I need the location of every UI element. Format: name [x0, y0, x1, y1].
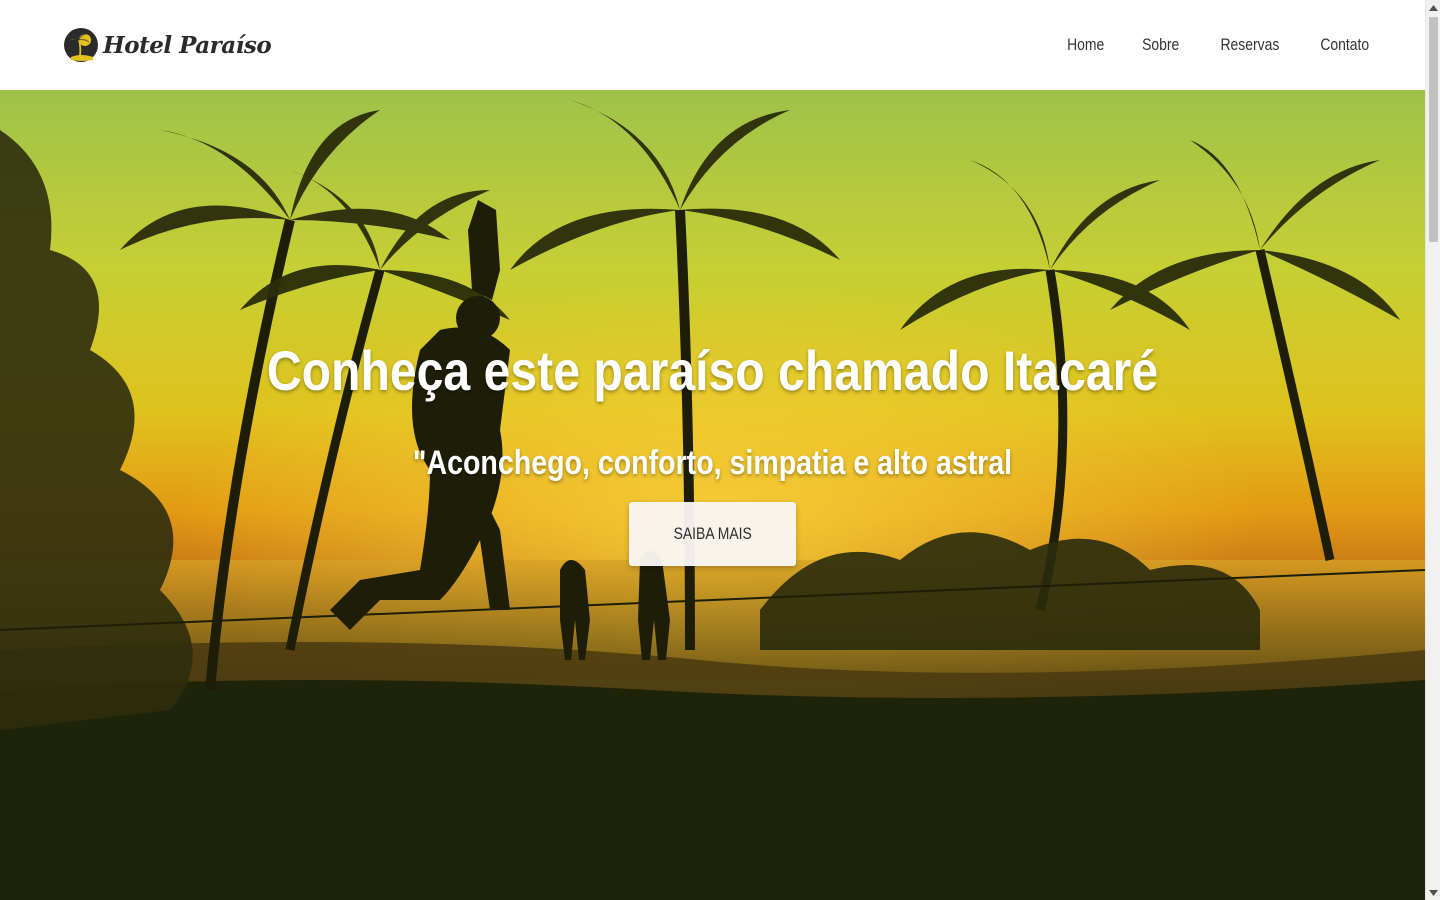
saiba-mais-button[interactable]: SAIBA MAIS: [629, 502, 796, 566]
brand-link[interactable]: Hotel Paraíso: [63, 27, 272, 63]
nav-link-home[interactable]: Home: [1067, 35, 1104, 55]
scroll-down-arrow-icon[interactable]: [1426, 885, 1440, 900]
nav-item-sobre: Sobre: [1138, 35, 1183, 55]
palm-tree-circle-icon: [64, 28, 98, 62]
nav-item-reservas: Reservas: [1214, 35, 1286, 55]
hero-title: Conheça este paraíso chamado Itacaré: [266, 339, 1159, 402]
brand-name: Hotel Paraíso: [103, 31, 272, 59]
vertical-scrollbar[interactable]: [1425, 0, 1440, 900]
hero-section: Conheça este paraíso chamado Itacaré "Ac…: [0, 90, 1425, 900]
hero-subtitle: "Aconchego, conforto, simpatia e alto as…: [412, 444, 1013, 482]
nav-item-home: Home: [1063, 35, 1108, 55]
hero-content: Conheça este paraíso chamado Itacaré "Ac…: [0, 90, 1425, 900]
nav-menu: Home Sobre Reservas Contato: [1063, 35, 1375, 55]
nav-link-contato[interactable]: Contato: [1321, 35, 1370, 55]
navbar: Hotel Paraíso Home Sobre Reservas Contat…: [0, 0, 1425, 90]
nav-link-sobre[interactable]: Sobre: [1142, 35, 1179, 55]
scroll-up-arrow-icon[interactable]: [1426, 0, 1440, 15]
nav-item-contato: Contato: [1315, 35, 1375, 55]
nav-link-reservas[interactable]: Reservas: [1220, 35, 1279, 55]
page: Hotel Paraíso Home Sobre Reservas Contat…: [0, 0, 1425, 900]
scrollbar-thumb[interactable]: [1429, 17, 1438, 242]
saiba-mais-label: SAIBA MAIS: [673, 524, 752, 543]
